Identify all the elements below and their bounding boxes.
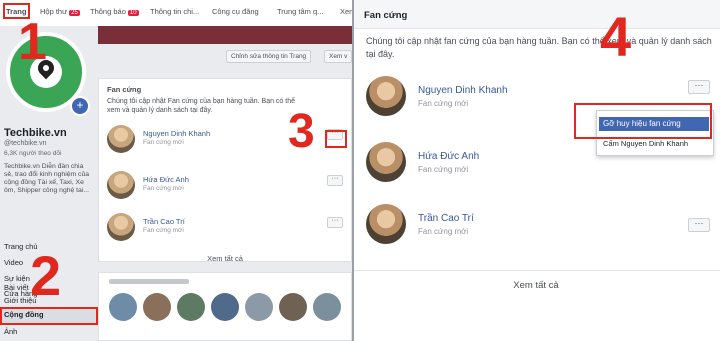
dialog-description: Chúng tôi cập nhật fan cứng của bạn hàng… [366, 36, 712, 59]
fan-name[interactable]: Nguyen Dinh Khanh [143, 129, 210, 138]
top-fans-description: Chúng tôi cập nhật Fan cứng của bạn hàng… [107, 98, 295, 114]
more-options-button[interactable]: ··· [327, 175, 343, 186]
dialog-header: Fan cứng [352, 0, 720, 29]
fan-avatar[interactable] [107, 125, 135, 153]
step-number-1: 1 [18, 13, 47, 71]
member-avatar[interactable] [177, 293, 205, 321]
page-top-tabs: Trang Hộp thư 25 Thông báo 10 Thông tin ch… [0, 0, 352, 27]
fan-name[interactable]: Nguyen Dinh Khanh [418, 85, 508, 96]
fan-status: Fan cứng mới [143, 185, 184, 192]
dialog-title: Fan cứng [364, 10, 408, 21]
panel-divider [352, 0, 354, 341]
nav-item-su-kien[interactable]: Sự kiện [4, 274, 30, 283]
tab-thong-tin[interactable]: Thông tin chi... [150, 7, 199, 16]
community-card [98, 272, 352, 341]
member-avatar[interactable] [109, 293, 137, 321]
fan-status: Fan cứng mới [143, 139, 184, 146]
edit-page-info-button[interactable]: Chỉnh sửa thông tin Trang [226, 50, 312, 63]
nav-item-cong-dong[interactable]: Cộng đồng [4, 310, 44, 319]
fan-avatar[interactable] [107, 171, 135, 199]
nav-item-bai-viet[interactable]: Bài viết [4, 283, 29, 292]
more-options-button[interactable]: ··· [327, 217, 343, 228]
member-avatar[interactable] [279, 293, 307, 321]
more-options-button[interactable]: ··· [688, 218, 710, 232]
tab-xem[interactable]: Xem [340, 7, 352, 16]
member-avatar[interactable] [245, 293, 273, 321]
fan-row: Trần Cao Trí Fan cứng mới ··· [366, 204, 716, 246]
divider [352, 270, 720, 271]
see-all-link[interactable]: Xem tất cả [98, 254, 352, 263]
fan-avatar[interactable] [366, 204, 406, 244]
fan-status: Fan cứng mới [418, 99, 469, 108]
member-avatar[interactable] [211, 293, 239, 321]
tab-cong-cu-dang[interactable]: Công cụ đăng [212, 7, 259, 16]
ban-user-item[interactable]: Cấm Nguyen Dinh Khanh [603, 139, 688, 148]
step-number-4: 4 [600, 5, 632, 68]
fan-name[interactable]: Hứa Đức Anh [143, 175, 189, 184]
fan-avatar[interactable] [366, 76, 406, 116]
page-name: Techbike.vn [4, 127, 67, 139]
inbox-count-badge: 25 [69, 10, 80, 16]
blurred-text [109, 279, 189, 284]
nav-item-video[interactable]: Video [4, 258, 23, 267]
fan-status: Fan cứng mới [418, 227, 469, 236]
follower-count: 6,3K người theo dõi [4, 150, 62, 157]
top-fans-dialog: Fan cứng Chúng tôi cập nhật fan cứng của… [352, 0, 720, 341]
top-fans-title: Fan cứng [107, 85, 142, 94]
fan-status: Fan cứng mới [418, 165, 469, 174]
fan-name[interactable]: Hứa Đức Anh [418, 151, 479, 162]
fan-row: Hứa Đức Anh Fan cứng mới ··· [107, 171, 347, 205]
page-main-column: Chỉnh sửa thông tin Trang Xem v Fan cứng… [98, 26, 352, 341]
see-all-link[interactable]: Xem tất cả [352, 280, 720, 291]
step-number-3: 3 [288, 105, 315, 158]
notification-count-badge: 10 [127, 10, 139, 16]
member-avatar[interactable] [143, 293, 171, 321]
fan-status: Fan cứng mới [143, 227, 184, 234]
member-avatar[interactable] [313, 293, 341, 321]
more-options-button[interactable]: ··· [688, 80, 710, 94]
page-handle[interactable]: @techbike.vn [4, 140, 47, 147]
nav-item-anh[interactable]: Ảnh [4, 327, 17, 336]
tab-trung-tam[interactable]: Trung tâm q... [277, 7, 323, 16]
highlight-box-more-button [325, 130, 347, 148]
add-photo-icon[interactable]: + [70, 96, 90, 116]
step-number-2: 2 [30, 244, 62, 307]
fan-row: Trần Cao Trí Fan cứng mới ··· [107, 213, 347, 247]
fan-name[interactable]: Trần Cao Trí [418, 213, 474, 224]
cover-photo[interactable] [98, 26, 352, 44]
view-as-button[interactable]: Xem v [324, 50, 352, 63]
highlight-box-remove-badge [574, 103, 712, 139]
fan-avatar[interactable] [107, 213, 135, 241]
fan-avatar[interactable] [366, 142, 406, 182]
tab-thong-bao[interactable]: Thông báo 10 [90, 7, 139, 16]
page-description: Techbike.vn Diễn đàn chia sẻ, trao đổi k… [4, 163, 90, 194]
fan-name[interactable]: Trần Cao Trí [143, 217, 185, 226]
